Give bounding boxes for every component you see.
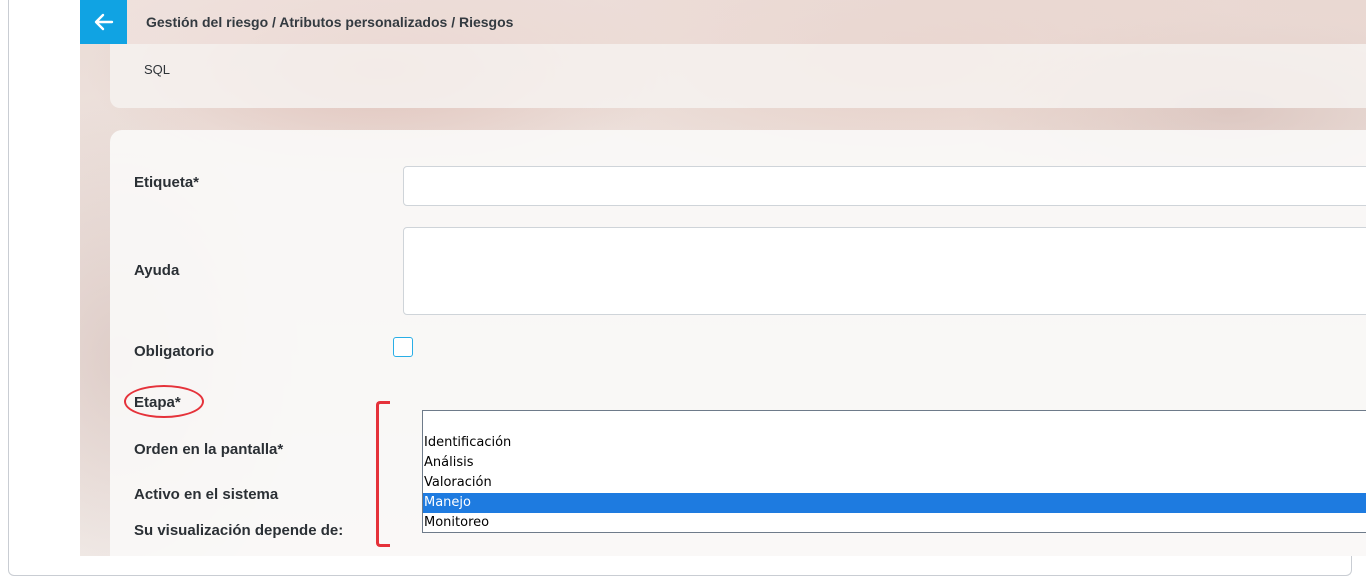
etapa-listbox[interactable]: Identificación Análisis Valoración Manejo Mo…	[422, 410, 1366, 533]
annotation-bracket	[376, 401, 390, 547]
etapa-option[interactable]: Monitoreo	[423, 513, 1366, 532]
visualizacion-label: Su visualización depende de:	[134, 522, 344, 539]
ayuda-textarea[interactable]	[403, 227, 1366, 315]
sql-card: SQL	[110, 44, 1366, 108]
app-area: Gestión del riesgo / Atributos personali…	[80, 0, 1366, 556]
etiqueta-label: Etiqueta*	[134, 174, 200, 191]
arrow-left-icon	[94, 13, 113, 31]
etapa-option[interactable]	[423, 413, 1366, 433]
obligatorio-label: Obligatorio	[134, 343, 214, 360]
activo-label: Activo en el sistema	[134, 486, 279, 503]
form-card: Etiqueta* Ayuda Obligatorio Etapa* Orden…	[110, 130, 1366, 556]
etapa-option[interactable]: Manejo	[423, 493, 1366, 513]
top-bar: Gestión del riesgo / Atributos personali…	[80, 0, 1366, 44]
etapa-option[interactable]: Análisis	[423, 453, 1366, 473]
etiqueta-input[interactable]	[403, 166, 1366, 206]
etapa-option[interactable]: Identificación	[423, 433, 1366, 453]
back-button[interactable]	[80, 0, 127, 44]
orden-label: Orden en la pantalla*	[134, 441, 284, 458]
obligatorio-checkbox[interactable]	[393, 337, 413, 357]
sql-label: SQL	[144, 62, 171, 77]
ayuda-label: Ayuda	[134, 262, 180, 279]
etapa-option[interactable]: Valoración	[423, 473, 1366, 493]
breadcrumb: Gestión del riesgo / Atributos personali…	[146, 14, 514, 30]
annotation-circle	[124, 385, 204, 418]
